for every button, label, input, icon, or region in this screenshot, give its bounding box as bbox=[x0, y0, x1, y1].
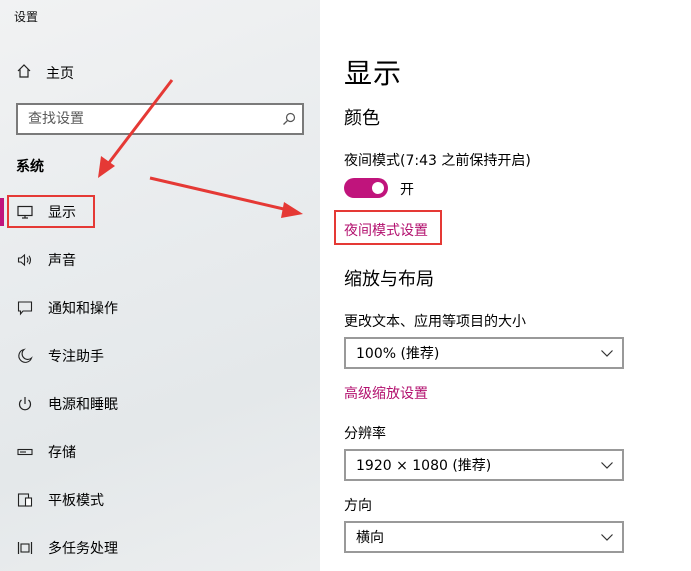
sidebar-item-tablet-mode[interactable]: 平板模式 bbox=[0, 480, 320, 520]
search-icon[interactable] bbox=[276, 112, 302, 126]
home-label: 主页 bbox=[46, 66, 74, 82]
search-input[interactable] bbox=[28, 111, 276, 127]
multitask-icon bbox=[16, 539, 34, 557]
main-panel: 显示 颜色 夜间模式(7:43 之前保持开启) 开 夜间模式设置 缩放与布局 更… bbox=[320, 0, 691, 571]
storage-icon bbox=[16, 443, 34, 461]
sidebar-item-multitasking[interactable]: 多任务处理 bbox=[0, 528, 320, 568]
search-box[interactable] bbox=[16, 103, 304, 135]
toggle-knob bbox=[372, 182, 384, 194]
sidebar: 设置 主页 系统 显示 声音 通知和操作 bbox=[0, 0, 320, 571]
home-icon bbox=[16, 63, 32, 83]
sidebar-item-focus-assist[interactable]: 专注助手 bbox=[0, 336, 320, 376]
sidebar-item-label: 专注助手 bbox=[48, 349, 104, 365]
section-heading: 系统 bbox=[16, 159, 44, 175]
chevron-down-icon bbox=[600, 531, 614, 547]
window-title: 设置 bbox=[14, 10, 39, 24]
resolution-value: 1920 × 1080 (推荐) bbox=[356, 458, 492, 474]
sidebar-item-label: 多任务处理 bbox=[48, 541, 118, 557]
scale-label: 更改文本、应用等项目的大小 bbox=[344, 314, 526, 330]
night-light-toggle[interactable] bbox=[344, 178, 388, 198]
orientation-dropdown[interactable]: 横向 bbox=[344, 521, 624, 553]
notification-icon bbox=[16, 299, 34, 317]
orientation-label: 方向 bbox=[344, 498, 372, 514]
night-light-status: 夜间模式(7:43 之前保持开启) bbox=[344, 153, 531, 169]
active-indicator bbox=[0, 198, 4, 226]
chevron-down-icon bbox=[600, 347, 614, 363]
orientation-value: 横向 bbox=[356, 530, 384, 546]
scale-value: 100% (推荐) bbox=[356, 346, 440, 362]
resolution-dropdown[interactable]: 1920 × 1080 (推荐) bbox=[344, 449, 624, 481]
annotation-highlight-display bbox=[7, 195, 95, 228]
sidebar-item-notifications[interactable]: 通知和操作 bbox=[0, 288, 320, 328]
sidebar-item-label: 存储 bbox=[48, 445, 76, 461]
sidebar-item-label: 平板模式 bbox=[48, 493, 104, 509]
power-icon bbox=[16, 395, 34, 413]
sidebar-item-power[interactable]: 电源和睡眠 bbox=[0, 384, 320, 424]
scale-dropdown[interactable]: 100% (推荐) bbox=[344, 337, 624, 369]
sidebar-item-sound[interactable]: 声音 bbox=[0, 240, 320, 280]
scale-section-heading: 缩放与布局 bbox=[344, 269, 434, 290]
moon-icon bbox=[16, 347, 34, 365]
page-title: 显示 bbox=[344, 57, 403, 90]
home-nav-item[interactable]: 主页 bbox=[16, 62, 74, 84]
advanced-scaling-link[interactable]: 高级缩放设置 bbox=[344, 383, 428, 403]
sidebar-item-label: 声音 bbox=[48, 253, 76, 269]
color-section-heading: 颜色 bbox=[344, 108, 380, 129]
toggle-state-label: 开 bbox=[400, 182, 414, 198]
sidebar-item-label: 电源和睡眠 bbox=[48, 397, 118, 413]
chevron-down-icon bbox=[600, 459, 614, 475]
sidebar-item-label: 通知和操作 bbox=[48, 301, 118, 317]
annotation-highlight-night-light-link bbox=[334, 210, 442, 245]
resolution-label: 分辨率 bbox=[344, 426, 386, 442]
tablet-icon bbox=[16, 491, 34, 509]
speaker-icon bbox=[16, 251, 34, 269]
sidebar-item-storage[interactable]: 存储 bbox=[0, 432, 320, 472]
